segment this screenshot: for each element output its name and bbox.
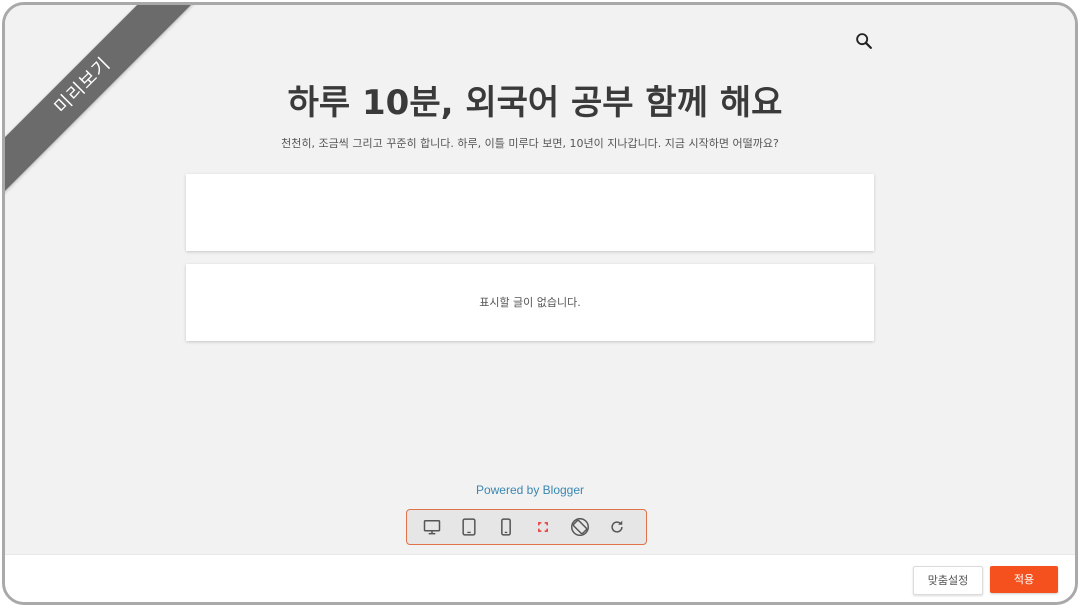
empty-posts-message: 표시할 글이 없습니다.: [479, 296, 581, 309]
preview-window: 미리보기 하루 10분, 외국어 공부 함께 해요 천천히, 조금씩 그리고 꾸…: [2, 2, 1078, 605]
desktop-icon[interactable]: [421, 516, 443, 538]
blog-widget-card: [186, 174, 874, 251]
tablet-icon[interactable]: [458, 516, 480, 538]
apply-button[interactable]: 적용: [990, 566, 1058, 593]
fullscreen-icon[interactable]: [532, 516, 554, 538]
posts-card: 표시할 글이 없습니다.: [186, 264, 874, 341]
powered-by-blogger-link[interactable]: Powered by Blogger: [5, 483, 1055, 497]
blog-preview: 미리보기 하루 10분, 외국어 공부 함께 해요 천천히, 조금씩 그리고 꾸…: [5, 5, 1075, 554]
rotate-icon[interactable]: [569, 516, 591, 538]
footer-bar: 맞춤설정 적용: [5, 554, 1075, 602]
phone-icon[interactable]: [495, 516, 517, 538]
search-icon[interactable]: [853, 30, 875, 52]
refresh-icon[interactable]: [606, 516, 628, 538]
blog-title[interactable]: 하루 10분, 외국어 공부 함께 해요: [5, 75, 1065, 124]
blog-description: 천천히, 조금씩 그리고 꾸준히 합니다. 하루, 이틀 미루다 보면, 10년…: [281, 137, 779, 150]
device-toolbar: [406, 509, 647, 545]
customize-button[interactable]: 맞춤설정: [913, 566, 983, 595]
